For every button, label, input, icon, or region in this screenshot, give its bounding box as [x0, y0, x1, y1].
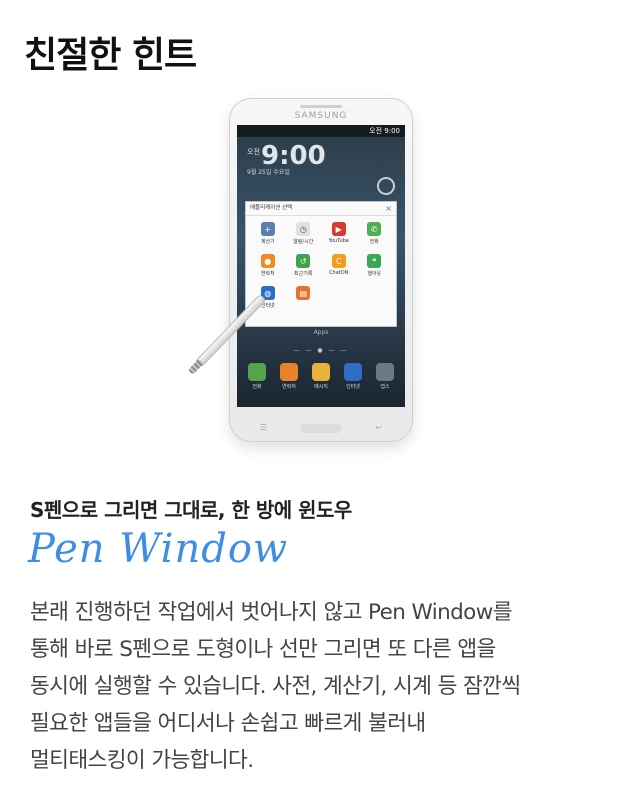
pen-window-app-label: ChatON: [329, 270, 349, 276]
pen-window-app[interactable]: ● 연락처: [250, 252, 286, 284]
page-indicator: — — ● — —: [293, 347, 349, 354]
apps-grid-icon: [376, 363, 394, 381]
dock-item[interactable]: 전화: [243, 363, 271, 390]
phone-speaker: [300, 105, 342, 108]
clock-widget-date: 9월 25일 수요일: [247, 169, 290, 176]
pen-window-app-grid: + 계산기 ◷ 알림/시간 ▶ YouTube ✆ 전화 ● 연락처 ↺ 최근기록 C ChatON ❝ 행아…: [246, 216, 396, 316]
weather-sun-icon: [377, 177, 395, 195]
pen-window-app[interactable]: ◷ 알림/시간: [286, 220, 322, 252]
pen-window-popup[interactable]: 애플리케이션 선택 × + 계산기 ◷ 알림/시간 ▶ YouTube ✆ 전화 ● 연락처 ↺ 최근…: [245, 201, 397, 327]
section-subtitle: S펜으로 그리면 그대로, 한 방에 윈도우: [30, 498, 352, 522]
dock-item[interactable]: 연락처: [275, 363, 303, 390]
pen-window-heading: Pen Window: [28, 526, 289, 572]
back-key-icon[interactable]: ↩: [375, 423, 382, 432]
youtube-icon: ▶: [331, 222, 346, 236]
description-line: 본래 진행하던 작업에서 벗어나지 않고 Pen Window를: [30, 600, 513, 625]
close-icon[interactable]: ×: [385, 202, 392, 215]
pen-window-app-label: 연락처: [260, 271, 275, 277]
apps-label: Apps: [313, 329, 329, 336]
pen-window-app-label: YouTube: [328, 238, 349, 244]
phone-icon: [248, 363, 266, 381]
phone-brand: SAMSUNG: [294, 111, 348, 121]
dock-item-label: 인터넷: [346, 384, 360, 390]
phone-illustration: SAMSUNG 오전 9:00 9:00 오전 9월 25일 수요일 애플리케이…: [229, 98, 413, 442]
description-line: 동시에 실행할 수 있습니다. 사전, 계산기, 시계 등 잠깐씩: [30, 674, 521, 699]
pen-window-app[interactable]: + 계산기: [250, 220, 286, 252]
home-dock: 전화 연락처 메시지 인터넷 앱스: [243, 363, 399, 390]
description-line: 멀티태스킹이 가능합니다.: [30, 748, 254, 773]
dock-item[interactable]: 메시지: [307, 363, 335, 390]
contacts-icon: ●: [260, 254, 275, 268]
pen-window-app-label: 최근기록: [294, 271, 313, 277]
recent-log-icon: ↺: [296, 254, 311, 268]
calculator-icon: +: [260, 222, 275, 236]
pen-window-app-label: 알림/시간: [293, 239, 314, 245]
pen-window-app[interactable]: C ChatON: [321, 252, 357, 284]
menu-key-icon[interactable]: ☰: [260, 423, 267, 432]
pen-window-app[interactable]: ▤: [286, 284, 322, 316]
page-title: 친절한 힌트: [24, 35, 197, 76]
dock-item-label: 연락처: [282, 384, 296, 390]
dock-item-label: 앱스: [380, 384, 390, 390]
pen-window-app[interactable]: ✆ 전화: [357, 220, 393, 252]
messages-icon: [312, 363, 330, 381]
pen-window-header: 애플리케이션 선택 ×: [246, 202, 396, 216]
clock-icon: ◷: [296, 222, 311, 236]
pen-window-title: 애플리케이션 선택: [250, 205, 293, 211]
dock-item-label: 메시지: [314, 384, 328, 390]
pen-window-app-label: 전화: [369, 239, 379, 245]
pen-window-app-label: 행아웃: [367, 271, 382, 277]
pen-window-app[interactable]: ❝ 행아웃: [357, 252, 393, 284]
description-line: 필요한 앱들을 어디서나 손쉽고 빠르게 불러내: [30, 711, 426, 736]
pen-window-app[interactable]: ▶ YouTube: [321, 220, 357, 252]
notes-icon: ▤: [296, 286, 311, 300]
contacts-icon: [280, 363, 298, 381]
dock-item[interactable]: 인터넷: [339, 363, 367, 390]
pen-window-app-label: 계산기: [260, 239, 275, 245]
phone-screen: 오전 9:00 9:00 오전 9월 25일 수요일 애플리케이션 선택 × +…: [237, 125, 405, 407]
dock-item[interactable]: 앱스: [371, 363, 399, 390]
chaton-icon: C: [331, 254, 346, 268]
hangouts-icon: ❝: [367, 254, 382, 268]
phone-icon: ✆: [367, 222, 382, 236]
status-bar: 오전 9:00: [237, 125, 405, 137]
home-button[interactable]: [300, 424, 342, 433]
pen-window-app[interactable]: ↺ 최근기록: [286, 252, 322, 284]
dock-item-label: 전화: [252, 384, 262, 390]
clock-widget-ampm: 오전: [247, 148, 260, 156]
description-line: 통해 바로 S펜으로 도형이나 선만 그리면 또 다른 앱을: [30, 637, 496, 662]
description-text: 본래 진행하던 작업에서 벗어나지 않고 Pen Window를통해 바로 S펜…: [30, 594, 620, 779]
internet-icon: [344, 363, 362, 381]
